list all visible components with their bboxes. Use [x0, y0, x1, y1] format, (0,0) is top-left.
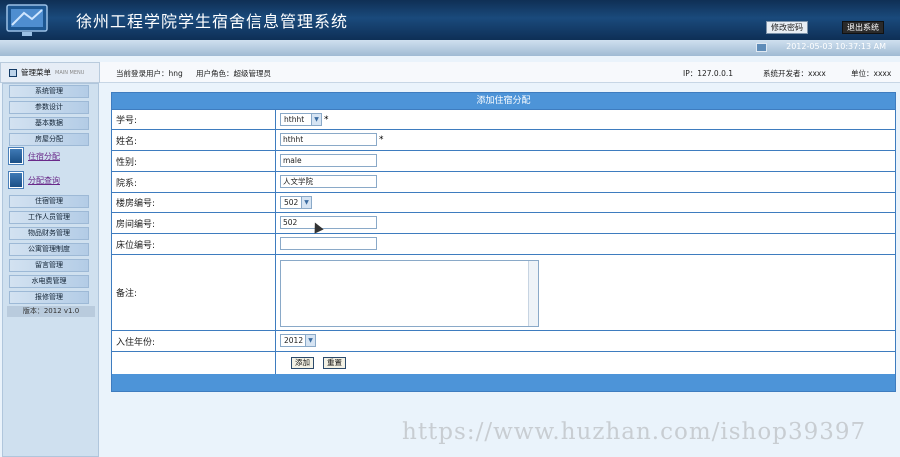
form-row-year: 入住年份: 2012 ▼ — [112, 330, 895, 351]
chevron-down-icon: ▼ — [311, 114, 321, 125]
sidebar-item-basic-data[interactable]: 基本数据 — [9, 117, 89, 130]
sidebar-link-label: 住宿分配 — [28, 151, 60, 161]
chevron-down-icon: ▼ — [305, 335, 315, 346]
building-select[interactable]: 502 ▼ — [280, 196, 312, 209]
logout-button[interactable]: 退出系统 — [842, 21, 884, 34]
remark-label: 备注: — [112, 255, 276, 330]
sidebar-item-messages[interactable]: 留言管理 — [9, 259, 89, 272]
room-label: 房间编号: — [112, 213, 276, 233]
form-panel: 添加住宿分配 学号: hthht ▼ * 姓名: hthht * 性别: mal… — [111, 92, 896, 392]
chevron-down-icon: ▼ — [301, 197, 311, 208]
sidebar-item-repairs[interactable]: 报修管理 — [9, 291, 89, 304]
form-row-actions: 添加 重置 — [112, 351, 895, 375]
year-select[interactable]: 2012 ▼ — [280, 334, 316, 347]
form-row-room: 房间编号: 502 — [112, 212, 895, 233]
bed-input[interactable] — [280, 237, 377, 250]
clock-icon — [756, 43, 767, 52]
sidebar-link-label: 分配查询 — [28, 175, 60, 185]
form-row-building: 楼房编号: 502 ▼ — [112, 192, 895, 212]
name-field: hthht * — [280, 133, 384, 146]
student-id-field: hthht ▼ * — [280, 113, 329, 126]
form-row-bed: 床位编号: — [112, 233, 895, 254]
form-row-department: 院系: 人文学院 — [112, 171, 895, 192]
user-role-text: 用户角色：超级管理员 — [196, 69, 271, 78]
form-row-student-id: 学号: hthht ▼ * — [112, 109, 895, 129]
document-icon — [9, 172, 23, 188]
room-field: 502 — [280, 216, 377, 229]
form-row-name: 姓名: hthht * — [112, 129, 895, 150]
version-text: 版本：2012 v1.0 — [7, 306, 95, 317]
bed-label: 床位编号: — [112, 234, 276, 254]
year-value: 2012 — [284, 336, 304, 345]
menu-header: 管理菜单 MAIN MENU — [0, 62, 100, 83]
add-button[interactable]: 添加 — [291, 357, 314, 369]
ip-text: IP：127.0.0.1 — [683, 69, 734, 78]
menu-subtitle: MAIN MENU — [55, 69, 85, 76]
sidebar-item-room-allocation[interactable]: 房屋分配 — [9, 133, 89, 146]
form-footer — [112, 374, 895, 391]
name-input[interactable]: hthht — [280, 133, 377, 146]
student-id-select[interactable]: hthht ▼ — [280, 113, 322, 126]
monitor-logo-icon — [6, 4, 48, 36]
gender-field: male — [280, 154, 377, 167]
building-value: 502 — [284, 198, 299, 207]
reset-button[interactable]: 重置 — [323, 357, 346, 369]
room-input[interactable]: 502 — [280, 216, 377, 229]
app-title: 徐州工程学院学生宿舍信息管理系统 — [76, 12, 349, 31]
name-label: 姓名: — [112, 130, 276, 150]
actions-label-cell — [112, 352, 276, 375]
sidebar-item-params[interactable]: 参数设计 — [9, 101, 89, 114]
document-icon — [9, 148, 23, 164]
sidebar-item-utilities[interactable]: 水电费管理 — [9, 275, 89, 288]
sidebar-item-accommodation[interactable]: 住宿管理 — [9, 195, 89, 208]
building-field: 502 ▼ — [280, 196, 312, 209]
remark-textarea[interactable] — [280, 260, 539, 327]
header-banner: 徐州工程学院学生宿舍信息管理系统 修改密码 退出系统 — [0, 0, 900, 40]
building-label: 楼房编号: — [112, 193, 276, 212]
sidebar-item-system[interactable]: 系统管理 — [9, 85, 89, 98]
required-mark: * — [324, 114, 329, 125]
sidebar-item-staff[interactable]: 工作人员管理 — [9, 211, 89, 224]
year-field: 2012 ▼ — [280, 334, 316, 347]
sidebar-link-accommodation-allocation[interactable]: 住宿分配 — [9, 148, 60, 164]
department-label: 院系: — [112, 172, 276, 192]
department-input[interactable]: 人文学院 — [280, 175, 377, 188]
form-row-remark: 备注: — [112, 254, 895, 330]
required-mark: * — [379, 134, 384, 145]
department-field: 人文学院 — [280, 175, 377, 188]
current-user-text: 当前登录用户：hng — [116, 69, 183, 78]
action-buttons: 添加 重置 — [291, 357, 346, 369]
sidebar: 系统管理 参数设计 基本数据 房屋分配 住宿分配 分配查询 住宿管理 工作人员管… — [2, 83, 99, 457]
student-id-label: 学号: — [112, 110, 276, 129]
gender-input[interactable]: male — [280, 154, 377, 167]
menu-title: 管理菜单 — [21, 68, 51, 77]
gender-label: 性别: — [112, 151, 276, 171]
unit-text: 单位：xxxx — [851, 69, 892, 78]
year-label: 入住年份: — [112, 331, 276, 351]
watermark: https://www.huzhan.com/ishop39397 — [402, 419, 867, 445]
student-id-value: hthht — [284, 115, 305, 124]
scrollbar[interactable] — [528, 261, 538, 326]
sidebar-item-rules[interactable]: 公寓管理制度 — [9, 243, 89, 256]
sidebar-link-allocation-query[interactable]: 分配查询 — [9, 172, 60, 188]
sidebar-item-goods-finance[interactable]: 物品财务管理 — [9, 227, 89, 240]
status-bar: 2012-05-03 10:37:13 AM — [0, 40, 900, 56]
datetime-display: 2012-05-03 10:37:13 AM — [786, 42, 886, 51]
menu-icon — [9, 68, 17, 77]
form-title: 添加住宿分配 — [112, 93, 895, 109]
form-row-gender: 性别: male — [112, 150, 895, 171]
change-password-button[interactable]: 修改密码 — [766, 21, 808, 34]
developer-text: 系统开发者：xxxx — [763, 69, 826, 78]
bed-field — [280, 237, 377, 250]
